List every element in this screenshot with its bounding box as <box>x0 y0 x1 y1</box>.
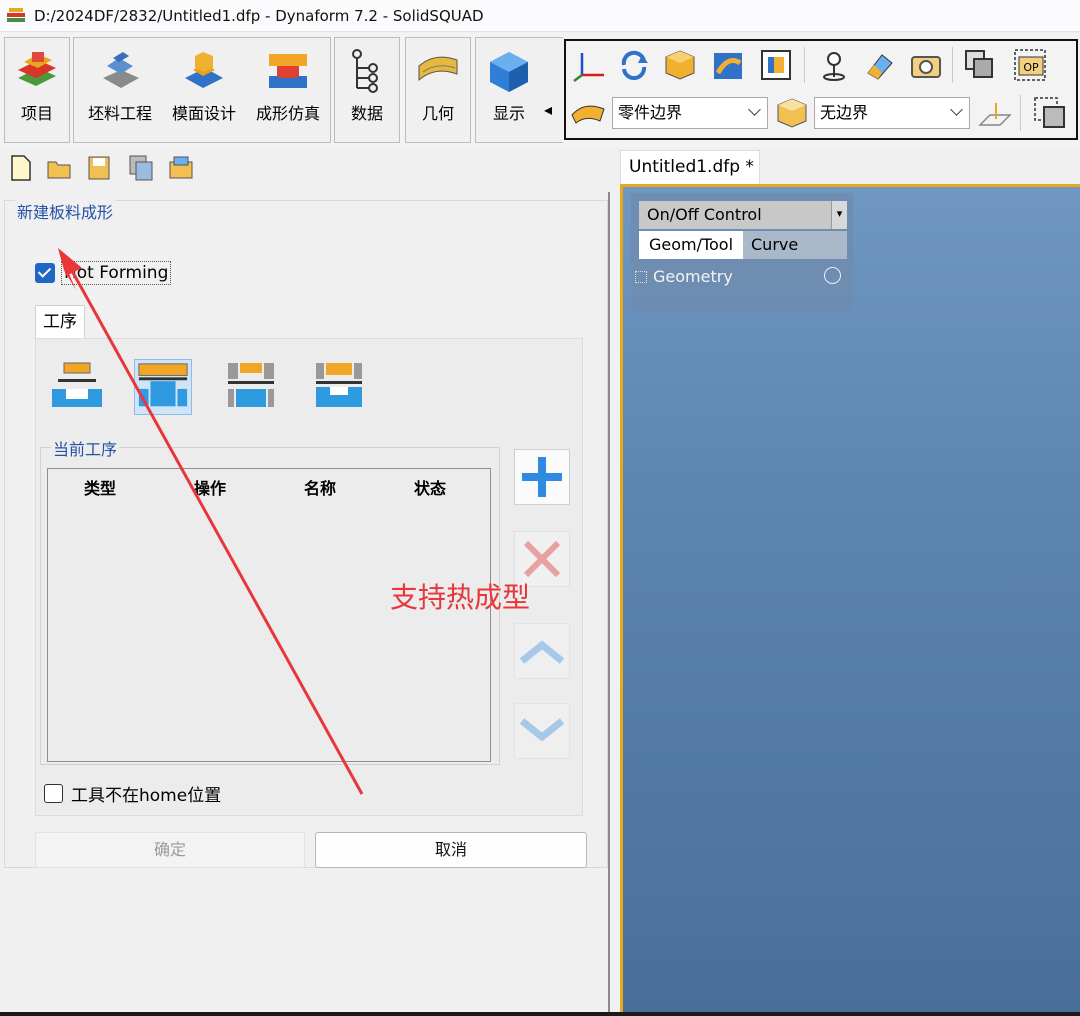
flange-stage-icon[interactable] <box>310 359 368 415</box>
new-file-icon[interactable] <box>8 154 34 182</box>
checkbox-unchecked[interactable] <box>44 784 63 803</box>
separator <box>952 47 953 83</box>
boundary-cube-icon[interactable] <box>774 95 810 131</box>
display-label: 显示 <box>492 104 525 123</box>
data-button[interactable]: 数据 <box>335 38 399 142</box>
visibility-radio-icon[interactable] <box>824 267 841 284</box>
tool-not-home-checkbox[interactable]: 工具不在home位置 <box>44 781 221 806</box>
geometry-button[interactable]: 几何 <box>406 38 470 142</box>
group-title: 新建板料成形 <box>15 199 116 223</box>
geometry-icon <box>418 56 458 82</box>
graphics-viewport[interactable]: On/Off Control ▾ Geom/Tool Curve Geometr… <box>620 184 1080 1016</box>
svg-text:OP: OP <box>1023 61 1039 74</box>
save-icon[interactable] <box>86 154 112 182</box>
die-face-design-button[interactable]: 模面设计 <box>164 38 244 142</box>
separator <box>804 47 805 83</box>
display-button[interactable]: 显示 <box>476 38 542 142</box>
column-header-operation[interactable]: 操作 <box>194 475 226 499</box>
geometry-label: 几何 <box>421 104 454 123</box>
tool-panel: OP 零件边界 无边界 <box>564 39 1078 140</box>
annotation-text: 支持热成型 <box>390 581 531 614</box>
project-label: 项目 <box>20 104 53 123</box>
collapse-arrow-icon[interactable]: ◂ <box>544 100 552 119</box>
move-down-button[interactable] <box>514 703 570 759</box>
cancel-button[interactable]: 取消 <box>315 832 587 868</box>
new-sheet-forming-group: 新建板料成形 Hot Forming 工序 当前工序 类型 操作 名称 状态 工… <box>4 199 608 868</box>
copy-window-icon[interactable] <box>962 47 998 83</box>
move-up-button[interactable] <box>514 623 570 679</box>
column-header-status[interactable]: 状态 <box>414 475 446 499</box>
data-tree-icon <box>352 49 378 93</box>
forming-simulation-icon <box>269 54 307 88</box>
display-cube-icon <box>490 52 528 92</box>
tab-geom-tool[interactable]: Geom/Tool <box>639 231 743 259</box>
box-view-icon[interactable] <box>662 47 698 83</box>
blank-engineering-icon <box>103 52 139 88</box>
forming-simulation-label: 成形仿真 <box>255 104 320 123</box>
tab-curve[interactable]: Curve <box>743 231 847 259</box>
plane-icon[interactable] <box>976 97 1012 133</box>
dynaform-app-icon <box>7 7 25 22</box>
chevron-down-icon <box>950 103 963 116</box>
import-icon[interactable] <box>168 154 194 182</box>
dynaform-window: D:/2024DF/2832/Untitled1.dfp - Dynaform … <box>0 0 1080 1016</box>
ribbon-group-data: 数据 <box>334 37 400 143</box>
chevron-down-icon <box>748 103 761 116</box>
select-window-icon[interactable] <box>1032 95 1068 131</box>
on-off-control-panel: On/Off Control ▾ Geom/Tool Curve Geometr… <box>631 193 853 311</box>
forming-simulation-button[interactable]: 成形仿真 <box>246 38 330 142</box>
ribbon-group-geometry: 几何 <box>405 37 471 143</box>
current-process-title: 当前工序 <box>51 436 120 460</box>
title-bar: D:/2024DF/2832/Untitled1.dfp - Dynaform … <box>0 0 1080 32</box>
pick-point-icon[interactable] <box>816 47 852 83</box>
hot-forming-label: Hot Forming <box>61 261 172 285</box>
double-action-stage-icon[interactable] <box>134 359 192 415</box>
blank-engineering-label: 坯料工程 <box>87 104 152 123</box>
project-icon <box>18 52 56 86</box>
part-boundary-select[interactable]: 零件边界 <box>612 97 768 129</box>
project-button[interactable]: 项目 <box>5 38 69 142</box>
surface-view-icon[interactable] <box>710 47 746 83</box>
bottom-border <box>0 1012 1080 1016</box>
ribbon-group-project: 项目 <box>4 37 70 143</box>
die-face-design-label: 模面设计 <box>171 104 236 123</box>
tab-process[interactable]: 工序 <box>35 305 85 339</box>
ok-button[interactable]: 确定 <box>35 832 305 868</box>
op-window-icon[interactable]: OP <box>1012 47 1048 83</box>
hot-forming-checkbox[interactable]: Hot Forming <box>35 261 172 285</box>
document-tab[interactable]: Untitled1.dfp * <box>620 150 760 184</box>
eraser-icon[interactable] <box>862 47 898 83</box>
on-off-control-dropdown[interactable]: On/Off Control ▾ <box>639 201 847 229</box>
add-process-button[interactable] <box>514 449 570 505</box>
die-face-design-icon <box>185 52 223 88</box>
blank-engineering-button[interactable]: 坯料工程 <box>78 38 162 142</box>
tree-expand-icon[interactable] <box>635 271 647 283</box>
single-action-stage-icon[interactable] <box>48 359 106 415</box>
column-header-type[interactable]: 类型 <box>84 475 116 499</box>
open-folder-icon[interactable] <box>46 154 72 182</box>
part-boundary-icon[interactable] <box>570 95 606 131</box>
frame-view-icon[interactable] <box>758 47 794 83</box>
geometry-tree-item[interactable]: Geometry <box>653 267 733 286</box>
axis-icon[interactable] <box>572 47 608 83</box>
tool-not-home-label: 工具不在home位置 <box>71 786 222 806</box>
on-off-control-label: On/Off Control <box>647 205 762 224</box>
ribbon: 项目 坯料工程 模面设计 成形仿真 数据 几何 显示 ◂ OP 零件边界 无边界 <box>0 33 1080 147</box>
window-title: D:/2024DF/2832/Untitled1.dfp - Dynaform … <box>34 6 484 25</box>
trim-stage-icon[interactable] <box>222 359 280 415</box>
data-label: 数据 <box>350 104 383 123</box>
part-boundary-select-value: 零件边界 <box>618 103 683 122</box>
save-as-icon[interactable] <box>128 154 154 182</box>
boundary-select-value: 无边界 <box>820 103 869 122</box>
ribbon-group-process: 坯料工程 模面设计 成形仿真 <box>73 37 331 143</box>
column-header-name[interactable]: 名称 <box>304 475 336 499</box>
rotate-icon[interactable] <box>616 47 652 83</box>
dropdown-arrow-icon[interactable]: ▾ <box>831 201 847 229</box>
separator <box>1020 95 1021 131</box>
camera-icon[interactable] <box>908 47 944 83</box>
boundary-select[interactable]: 无边界 <box>814 97 970 129</box>
checkbox-checked[interactable] <box>35 263 55 283</box>
quick-toolbar <box>0 148 610 190</box>
ribbon-group-display: 显示 ◂ <box>475 37 563 143</box>
